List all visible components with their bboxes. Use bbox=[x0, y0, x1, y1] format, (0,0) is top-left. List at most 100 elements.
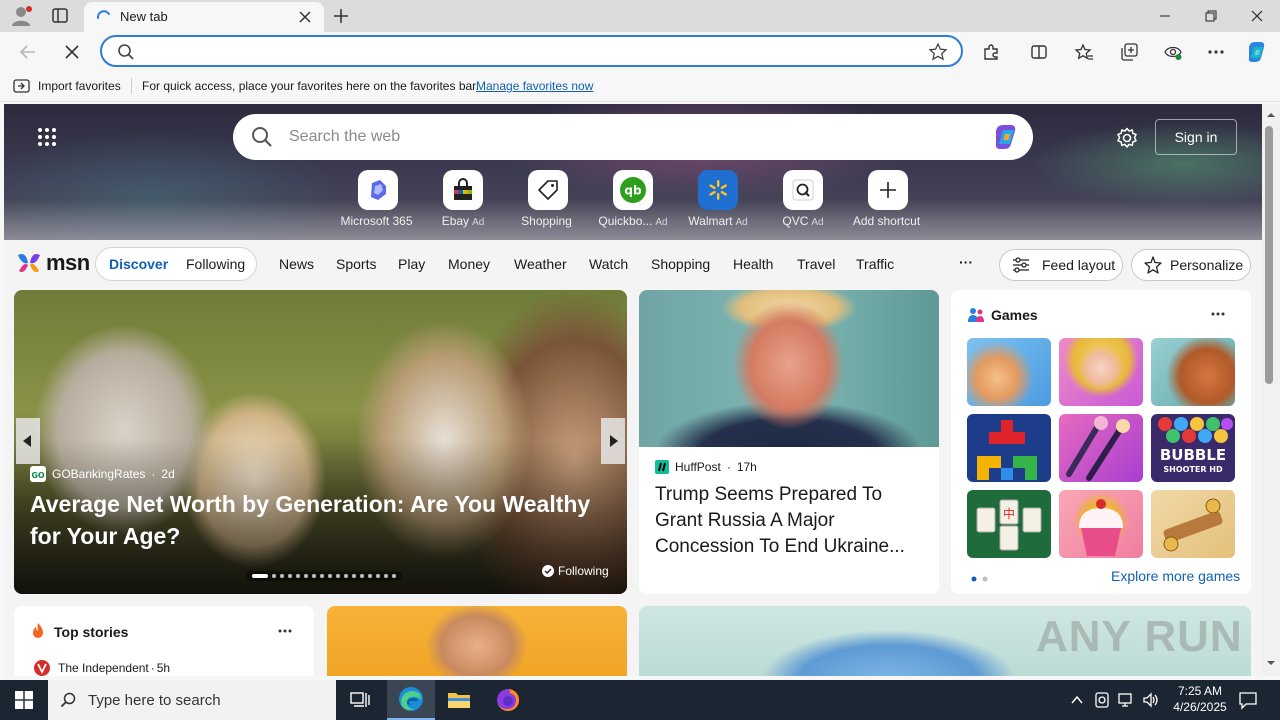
carousel-prev-button[interactable] bbox=[16, 418, 40, 464]
following-badge[interactable]: Following bbox=[542, 564, 609, 578]
msn-logo[interactable]: msn bbox=[16, 250, 90, 276]
taskbar-clock[interactable]: 7:25 AM 4/26/2025 bbox=[1164, 683, 1236, 715]
browser-essentials-icon[interactable] bbox=[1159, 38, 1187, 66]
nav-traffic[interactable]: Traffic bbox=[856, 256, 894, 272]
svg-text:qb: qb bbox=[624, 184, 642, 198]
tab-discover[interactable]: Discover bbox=[109, 256, 168, 272]
check-circle-icon bbox=[542, 565, 554, 577]
notifications-icon[interactable] bbox=[1238, 690, 1258, 710]
shortcut-qvc[interactable]: QVC Ad bbox=[763, 170, 843, 236]
personalize-button[interactable]: Personalize bbox=[1131, 249, 1251, 281]
feed-layout-button[interactable]: Feed layout bbox=[999, 249, 1123, 281]
chevron-left-icon bbox=[23, 435, 31, 447]
featured-story-card[interactable]: GO GOBankingRates · 2d Average Net Worth… bbox=[14, 290, 627, 594]
game-tile-fashion-doll[interactable] bbox=[1059, 338, 1143, 406]
web-search-box[interactable]: Search the web bbox=[233, 114, 1033, 160]
manage-favorites-link[interactable]: Manage favorites now bbox=[476, 79, 593, 93]
scrollbar-thumb[interactable] bbox=[1265, 126, 1273, 384]
close-window-icon[interactable] bbox=[1234, 0, 1280, 32]
game-tile-puzzle-kitchen[interactable] bbox=[967, 338, 1051, 406]
shortcut-walmart[interactable]: Walmart Ad bbox=[678, 170, 758, 236]
settings-more-icon[interactable] bbox=[1202, 38, 1230, 66]
stop-loading-icon[interactable] bbox=[58, 38, 86, 66]
game-tile-wood-nuts[interactable] bbox=[1151, 490, 1235, 558]
nav-play[interactable]: Play bbox=[398, 256, 425, 272]
back-icon[interactable] bbox=[14, 38, 42, 66]
new-tab-icon[interactable] bbox=[332, 7, 350, 25]
favorite-star-icon[interactable] bbox=[928, 42, 948, 62]
game-tile-cupcake[interactable] bbox=[1059, 490, 1143, 558]
game-tile-mahjong[interactable]: 中 bbox=[967, 490, 1051, 558]
restore-icon[interactable] bbox=[1188, 0, 1234, 32]
taskbar-edge-button[interactable] bbox=[387, 680, 435, 720]
nav-weather[interactable]: Weather bbox=[514, 256, 567, 272]
split-screen-icon[interactable] bbox=[1025, 38, 1053, 66]
news-source-name: HuffPost bbox=[675, 460, 721, 474]
profile-icon[interactable] bbox=[10, 5, 34, 27]
carousel-indicators[interactable] bbox=[246, 571, 402, 581]
taskbar-search-placeholder: Type here to search bbox=[88, 691, 221, 709]
shortcut-microsoft-365[interactable]: Microsoft 365 bbox=[338, 170, 418, 236]
shortcut-add[interactable]: Add shortcut bbox=[848, 170, 928, 236]
minimize-icon[interactable] bbox=[1142, 0, 1188, 32]
nav-money[interactable]: Money bbox=[448, 256, 490, 272]
tab-following[interactable]: Following bbox=[186, 256, 245, 272]
taskbar-file-explorer-button[interactable] bbox=[435, 680, 483, 720]
taskbar-search-box[interactable]: Type here to search bbox=[48, 680, 336, 720]
address-bar[interactable] bbox=[100, 35, 963, 67]
web-search-placeholder: Search the web bbox=[289, 128, 401, 145]
security-tray-icon[interactable] bbox=[1094, 691, 1110, 709]
nav-shopping[interactable]: Shopping bbox=[651, 256, 710, 272]
promo-card[interactable] bbox=[327, 606, 627, 676]
scroll-down-icon[interactable] bbox=[1262, 656, 1280, 670]
games-page-indicator[interactable] bbox=[971, 576, 991, 582]
task-view-button[interactable] bbox=[336, 680, 384, 720]
tab-new-tab[interactable]: New tab bbox=[84, 2, 324, 32]
close-tab-icon[interactable] bbox=[298, 10, 312, 24]
taskbar-firefox-button[interactable] bbox=[484, 680, 532, 720]
carousel-next-button[interactable] bbox=[601, 418, 625, 464]
nav-watch[interactable]: Watch bbox=[589, 256, 628, 272]
story-headline[interactable]: Average Net Worth by Generation: Are You… bbox=[30, 488, 620, 552]
feed-mode-switch: Discover Following bbox=[95, 247, 257, 281]
nav-more-button[interactable]: ··· bbox=[959, 254, 973, 270]
shortcut-ebay[interactable]: Ebay Ad bbox=[423, 170, 503, 236]
scroll-up-icon[interactable] bbox=[1262, 108, 1280, 122]
story-age: 2d bbox=[161, 467, 175, 481]
show-hidden-icons[interactable] bbox=[1070, 693, 1084, 707]
explore-more-games-link[interactable]: Explore more games bbox=[1111, 568, 1240, 584]
tab-title: New tab bbox=[120, 9, 168, 24]
network-icon[interactable] bbox=[1117, 691, 1135, 709]
collections-icon[interactable] bbox=[1115, 38, 1143, 66]
start-button[interactable] bbox=[0, 680, 48, 720]
game-tile-home-makeover[interactable] bbox=[1151, 338, 1235, 406]
page-settings-icon[interactable] bbox=[1116, 127, 1138, 149]
games-more-icon[interactable] bbox=[1211, 312, 1225, 316]
extensions-icon[interactable] bbox=[977, 38, 1005, 66]
news-story-source: HuffPost · 17h bbox=[655, 460, 757, 474]
news-headline[interactable]: Trump Seems Prepared To Grant Russia A M… bbox=[655, 482, 927, 560]
shortcut-label: Walmart bbox=[688, 214, 733, 228]
shortcut-shopping[interactable]: Shopping bbox=[508, 170, 588, 236]
svg-text:中: 中 bbox=[1003, 506, 1015, 521]
copilot-icon[interactable] bbox=[1243, 38, 1271, 66]
game-tile-block-puzzle[interactable] bbox=[967, 414, 1051, 482]
game-tile-makeup-brushes[interactable] bbox=[1059, 414, 1143, 482]
clock-time: 7:25 AM bbox=[1177, 684, 1223, 698]
copilot-search-icon[interactable] bbox=[990, 121, 1022, 153]
nav-health[interactable]: Health bbox=[733, 256, 773, 272]
tab-actions-icon[interactable] bbox=[50, 7, 70, 25]
app-launcher-icon[interactable] bbox=[37, 127, 57, 147]
nav-sports[interactable]: Sports bbox=[336, 256, 376, 272]
import-favorites-link[interactable]: Import favorites bbox=[38, 79, 121, 93]
nav-news[interactable]: News bbox=[279, 256, 314, 272]
import-favorites-icon[interactable] bbox=[13, 78, 31, 94]
nav-travel[interactable]: Travel bbox=[797, 256, 835, 272]
volume-icon[interactable] bbox=[1142, 691, 1160, 709]
shortcut-quickbooks[interactable]: qb Quickbo... Ad bbox=[593, 170, 673, 236]
game-tile-bubble-shooter[interactable]: BUBBLE SHOOTER HD bbox=[1151, 414, 1235, 482]
sign-in-button[interactable]: Sign in bbox=[1155, 119, 1237, 155]
top-stories-more-icon[interactable] bbox=[278, 629, 292, 633]
favorites-icon[interactable] bbox=[1070, 38, 1098, 66]
news-story-card[interactable]: HuffPost · 17h Trump Seems Prepared To G… bbox=[639, 290, 939, 594]
